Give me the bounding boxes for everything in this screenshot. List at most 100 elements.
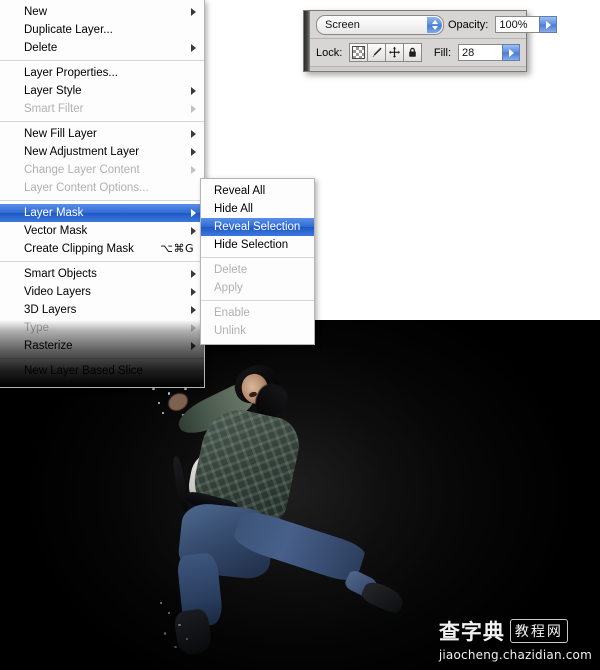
menu-item-new-layer-based-slice[interactable]: New Layer Based Slice — [0, 362, 204, 380]
menu-item-video-layers[interactable]: Video Layers — [0, 283, 204, 301]
submenu-item-reveal-selection[interactable]: Reveal Selection — [201, 218, 314, 236]
fill-field[interactable]: 28 — [458, 44, 520, 61]
fill-value[interactable]: 28 — [458, 44, 502, 61]
submenu-item-hide-all[interactable]: Hide All — [201, 200, 314, 218]
layer-mask-submenu[interactable]: Reveal All Hide All Reveal Selection Hid… — [200, 178, 315, 345]
menu-item-label: Smart Filter — [24, 103, 84, 115]
submenu-arrow-icon — [191, 306, 196, 314]
submenu-arrow-icon — [191, 148, 196, 156]
blend-mode-value: Screen — [325, 18, 360, 31]
menu-item-new-fill-layer[interactable]: New Fill Layer — [0, 125, 204, 143]
menu-item-layer-properties[interactable]: Layer Properties... — [0, 64, 204, 82]
submenu-arrow-icon — [191, 270, 196, 278]
submenu-item-apply: Apply — [201, 279, 314, 297]
shoe-extended — [359, 578, 407, 616]
menu-item-layer-style[interactable]: Layer Style — [0, 82, 204, 100]
submenu-item-enable: Enable — [201, 304, 314, 322]
chevron-up-icon — [431, 19, 438, 24]
menu-item-label: Delete — [24, 42, 58, 54]
lock-all-button[interactable] — [403, 43, 423, 62]
lock-button-group — [349, 43, 423, 62]
menu-item-label: Rasterize — [24, 340, 73, 352]
submenu-arrow-icon — [191, 44, 196, 52]
menu-separator — [0, 200, 204, 201]
menu-item-3d-layers[interactable]: 3D Layers — [0, 301, 204, 319]
triangle-right-icon — [545, 20, 551, 29]
blend-mode-select[interactable]: Screen — [316, 14, 444, 35]
lock-label: Lock: — [316, 46, 343, 59]
menu-item-layer-content-options: Layer Content Options... — [0, 179, 204, 197]
menu-item-duplicate-layer[interactable]: Duplicate Layer... — [0, 21, 204, 39]
submenu-arrow-icon — [191, 105, 196, 113]
menu-item-group-layers[interactable]: Group Layers ⌘G — [0, 387, 204, 388]
menu-item-shortcut: ⌘G — [173, 387, 196, 388]
menu-item-rasterize[interactable]: Rasterize — [0, 337, 204, 355]
menu-item-create-clipping-mask[interactable]: Create Clipping Mask ⌥⌘G — [0, 240, 204, 258]
opacity-label: Opacity: — [448, 18, 489, 31]
panel-left-rail — [304, 11, 310, 71]
submenu-item-label: Apply — [214, 282, 243, 294]
submenu-item-hide-selection[interactable]: Hide Selection — [201, 236, 314, 254]
submenu-arrow-icon — [191, 166, 196, 174]
layers-panel-options[interactable]: Screen Opacity: 100% Lock: Fill: 28 — [303, 10, 558, 72]
lock-image-pixels-button[interactable] — [367, 43, 387, 62]
triangle-right-icon — [508, 48, 514, 57]
opacity-field[interactable]: 100% — [495, 16, 558, 33]
menu-separator — [0, 60, 204, 61]
checkerboard-icon — [352, 46, 366, 59]
submenu-item-label: Delete — [214, 264, 248, 276]
strap — [171, 455, 190, 513]
menu-item-shortcut: ⌥⌘G — [160, 242, 194, 255]
opacity-slider-button[interactable] — [539, 16, 558, 33]
submenu-item-reveal-all[interactable]: Reveal All — [201, 182, 314, 200]
submenu-item-label: Hide Selection — [214, 239, 289, 251]
menu-item-layer-mask[interactable]: Layer Mask — [0, 204, 204, 222]
fill-label: Fill: — [433, 46, 451, 59]
menu-item-vector-mask[interactable]: Vector Mask — [0, 222, 204, 240]
submenu-item-label: Hide All — [214, 203, 253, 215]
watermark-brand-box: 教程网 — [509, 619, 568, 643]
menu-item-delete[interactable]: Delete — [0, 39, 204, 57]
menu-item-label: Group Layers — [24, 387, 173, 388]
submenu-arrow-icon — [191, 227, 196, 235]
submenu-separator — [201, 257, 314, 258]
menu-item-label: Vector Mask — [24, 225, 88, 237]
menu-item-label: Video Layers — [24, 286, 91, 298]
menu-item-new[interactable]: New — [0, 3, 204, 21]
watermark-brand: 查字典 — [438, 620, 505, 644]
menu-item-change-layer-content: Change Layer Content — [0, 161, 204, 179]
menu-item-label: Layer Mask — [24, 207, 84, 219]
submenu-arrow-icon — [191, 8, 196, 16]
watermark-url: jiaocheng.chazidian.com — [438, 648, 592, 662]
blend-mode-stepper-icon[interactable] — [427, 16, 442, 33]
fill-slider-button[interactable] — [502, 44, 520, 61]
layer-menu[interactable]: New Duplicate Layer... Delete Layer Prop… — [0, 0, 205, 388]
panel-bottom-edge — [304, 66, 526, 71]
lock-position-button[interactable] — [385, 43, 405, 62]
submenu-item-label: Reveal All — [214, 185, 266, 197]
submenu-item-label: Reveal Selection — [214, 221, 301, 233]
lock-transparent-pixels-button[interactable] — [349, 43, 369, 62]
chevron-down-icon — [431, 25, 438, 30]
menu-item-label: New Layer Based Slice — [24, 365, 143, 377]
opacity-value[interactable]: 100% — [495, 16, 540, 33]
submenu-item-label: Enable — [214, 307, 250, 319]
menu-item-smart-objects[interactable]: Smart Objects — [0, 265, 204, 283]
menu-item-label: Smart Objects — [24, 268, 97, 280]
submenu-arrow-icon — [191, 324, 196, 332]
menu-item-type: Type — [0, 319, 204, 337]
menu-separator — [0, 261, 204, 262]
submenu-separator — [201, 300, 314, 301]
submenu-arrow-icon — [191, 288, 196, 296]
menu-item-label: Change Layer Content — [24, 164, 140, 176]
menu-item-label: Type — [24, 322, 49, 334]
menu-item-label: Duplicate Layer... — [24, 24, 113, 36]
menu-item-label: 3D Layers — [24, 304, 77, 316]
subject-figure — [150, 358, 410, 657]
submenu-arrow-icon — [191, 130, 196, 138]
menu-item-new-adjustment-layer[interactable]: New Adjustment Layer — [0, 143, 204, 161]
menu-separator — [0, 358, 204, 359]
menu-item-smart-filter: Smart Filter — [0, 100, 204, 118]
submenu-arrow-icon — [191, 342, 196, 350]
submenu-arrow-icon — [191, 209, 196, 217]
